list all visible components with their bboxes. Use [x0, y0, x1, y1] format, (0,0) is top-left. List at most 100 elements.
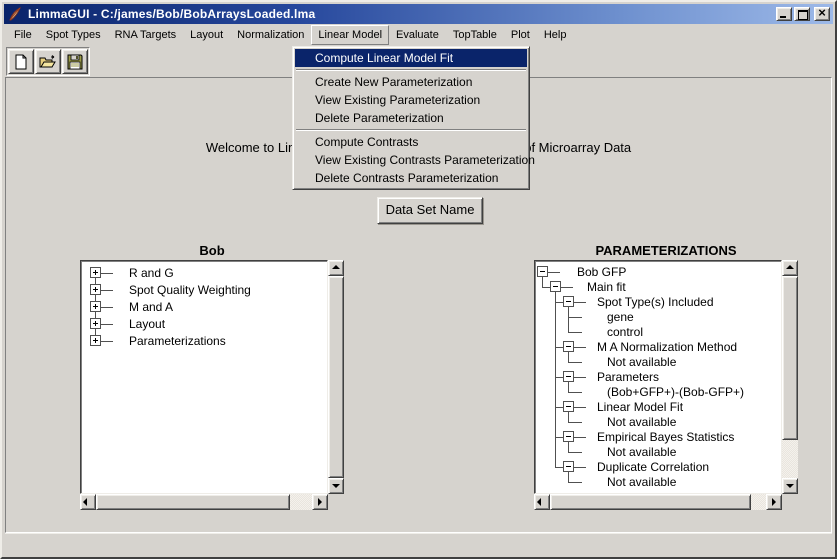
tree-guide-line	[555, 437, 556, 445]
expand-box-icon[interactable]	[90, 301, 101, 312]
new-file-button[interactable]	[8, 49, 34, 74]
menu-item-normalization[interactable]: Normalization	[230, 25, 311, 45]
tree-item-label: gene	[607, 310, 634, 324]
tree-item-control[interactable]: control	[535, 324, 781, 339]
tree-guide-line	[568, 392, 582, 393]
collapse-box-icon[interactable]	[537, 266, 548, 277]
scrollbar-thumb[interactable]	[782, 276, 798, 440]
bob-tree-panel: R and GSpot Quality Weighting M and ALayo…	[80, 260, 344, 510]
parameterizations-tree-panel: Bob GFPMain fitSpot Type(s) Includedgene…	[534, 260, 798, 510]
tree-item-duplicate-correlation[interactable]: Duplicate Correlation	[535, 459, 781, 474]
scrollbar-thumb[interactable]	[96, 494, 290, 510]
vertical-scrollbar[interactable]	[782, 260, 798, 494]
scrollbar-track[interactable]	[782, 276, 798, 478]
tree-guide-line	[555, 467, 563, 468]
tree-item-label: M and A	[129, 300, 173, 314]
tree-item-spot-type-s-included[interactable]: Spot Type(s) Included	[535, 294, 781, 309]
menu-item-rna-targets[interactable]: RNA Targets	[108, 25, 184, 45]
scrollbar-track[interactable]	[328, 276, 344, 478]
collapse-box-icon[interactable]	[563, 461, 574, 472]
collapse-box-icon[interactable]	[563, 431, 574, 442]
tree-item-m-and-a[interactable]: M and A	[81, 298, 327, 315]
scrollbar-thumb[interactable]	[550, 494, 751, 510]
right-panel-title: PARAMETERIZATIONS	[534, 243, 798, 258]
scroll-down-button[interactable]	[782, 478, 798, 494]
close-button[interactable]	[814, 7, 830, 21]
tree-item-not-available[interactable]: Not available	[535, 474, 781, 489]
menu-item-help[interactable]: Help	[537, 25, 574, 45]
tree-item-parameterizations[interactable]: Parameterizations	[81, 332, 327, 349]
collapse-box-icon[interactable]	[563, 296, 574, 307]
scrollbar-track[interactable]	[550, 494, 766, 510]
horizontal-scrollbar[interactable]	[80, 494, 328, 510]
scroll-up-button[interactable]	[782, 260, 798, 276]
menu-option-compute-linear-model-fit[interactable]: Compute Linear Model Fit	[295, 49, 527, 67]
tree-guide-line	[555, 347, 563, 348]
bob-tree-listbox[interactable]: R and GSpot Quality Weighting M and ALayo…	[80, 260, 328, 494]
tree-item-main-fit[interactable]: Main fit	[535, 279, 781, 294]
expand-box-icon[interactable]	[90, 284, 101, 295]
tree-item-r-and-g[interactable]: R and G	[81, 264, 327, 281]
scroll-right-button[interactable]	[766, 494, 782, 510]
title-bar[interactable]: LimmaGUI - C:/james/Bob/BobArraysLoaded.…	[4, 4, 833, 24]
scrollbar-corner	[328, 494, 344, 510]
vertical-scrollbar[interactable]	[328, 260, 344, 494]
tree-guide-line	[574, 467, 586, 468]
tree-item-empirical-bayes-statistics[interactable]: Empirical Bayes Statistics	[535, 429, 781, 444]
minimize-button[interactable]	[776, 7, 792, 21]
tree-item-spot-quality-weighting[interactable]: Spot Quality Weighting	[81, 281, 327, 298]
scroll-right-button[interactable]	[312, 494, 328, 510]
data-set-name-button[interactable]: Data Set Name	[377, 197, 483, 224]
scrollbar-track[interactable]	[96, 494, 312, 510]
tree-item-parameters[interactable]: Parameters	[535, 369, 781, 384]
tree-item-layout[interactable]: Layout	[81, 315, 327, 332]
scroll-up-button[interactable]	[328, 260, 344, 276]
menu-option-create-new-parameterization[interactable]: Create New Parameterization	[295, 73, 527, 91]
window-title: LimmaGUI - C:/james/Bob/BobArraysLoaded.…	[28, 7, 776, 21]
scroll-down-button[interactable]	[328, 478, 344, 494]
tree-item-m-a-normalization-method[interactable]: M A Normalization Method	[535, 339, 781, 354]
tree-item-bob-gfp[interactable]: Bob GFP	[535, 264, 781, 279]
menu-item-file[interactable]: File	[7, 25, 39, 45]
expand-box-icon[interactable]	[90, 267, 101, 278]
expand-box-icon[interactable]	[90, 335, 101, 346]
tree-guide-line	[555, 384, 556, 399]
menu-option-view-existing-contrasts-parameterization[interactable]: View Existing Contrasts Parameterization	[295, 151, 527, 169]
scroll-left-button[interactable]	[534, 494, 550, 510]
save-button[interactable]	[62, 49, 88, 74]
collapse-box-icon[interactable]	[550, 281, 561, 292]
tree-item-label: Not available	[607, 445, 676, 459]
scroll-left-button[interactable]	[80, 494, 96, 510]
horizontal-scrollbar[interactable]	[534, 494, 782, 510]
menu-item-plot[interactable]: Plot	[504, 25, 537, 45]
menu-option-view-existing-parameterization[interactable]: View Existing Parameterization	[295, 91, 527, 109]
tree-guide-line	[568, 482, 582, 483]
parameterizations-tree-listbox[interactable]: Bob GFPMain fitSpot Type(s) Includedgene…	[534, 260, 782, 494]
menu-item-layout[interactable]: Layout	[183, 25, 230, 45]
expand-box-icon[interactable]	[90, 318, 101, 329]
menu-item-linear-model[interactable]: Linear Model	[311, 25, 389, 45]
tree-guide-line	[561, 287, 573, 288]
menu-option-delete-parameterization[interactable]: Delete Parameterization	[295, 109, 527, 127]
collapse-box-icon[interactable]	[563, 341, 574, 352]
menu-option-delete-contrasts-parameterization[interactable]: Delete Contrasts Parameterization	[295, 169, 527, 187]
tree-guide-line	[555, 459, 556, 467]
menu-item-spot-types[interactable]: Spot Types	[39, 25, 108, 45]
tree-item-bob-gfp-bob-gfp[interactable]: (Bob+GFP+)-(Bob-GFP+)	[535, 384, 781, 399]
scrollbar-thumb[interactable]	[328, 276, 344, 478]
tree-item-not-available[interactable]: Not available	[535, 414, 781, 429]
menu-item-toptable[interactable]: TopTable	[446, 25, 504, 45]
collapse-box-icon[interactable]	[563, 371, 574, 382]
maximize-button[interactable]	[794, 7, 810, 21]
tree-item-not-available[interactable]: Not available	[535, 354, 781, 369]
tree-guide-line	[101, 273, 113, 274]
tree-item-not-available[interactable]: Not available	[535, 444, 781, 459]
tree-item-linear-model-fit[interactable]: Linear Model Fit	[535, 399, 781, 414]
tree-item-label: (Bob+GFP+)-(Bob-GFP+)	[607, 385, 744, 399]
tree-item-gene[interactable]: gene	[535, 309, 781, 324]
open-file-button[interactable]	[35, 49, 61, 74]
tree-guide-line	[568, 444, 569, 452]
menu-item-evaluate[interactable]: Evaluate	[389, 25, 446, 45]
menu-option-compute-contrasts[interactable]: Compute Contrasts	[295, 133, 527, 151]
collapse-box-icon[interactable]	[563, 401, 574, 412]
